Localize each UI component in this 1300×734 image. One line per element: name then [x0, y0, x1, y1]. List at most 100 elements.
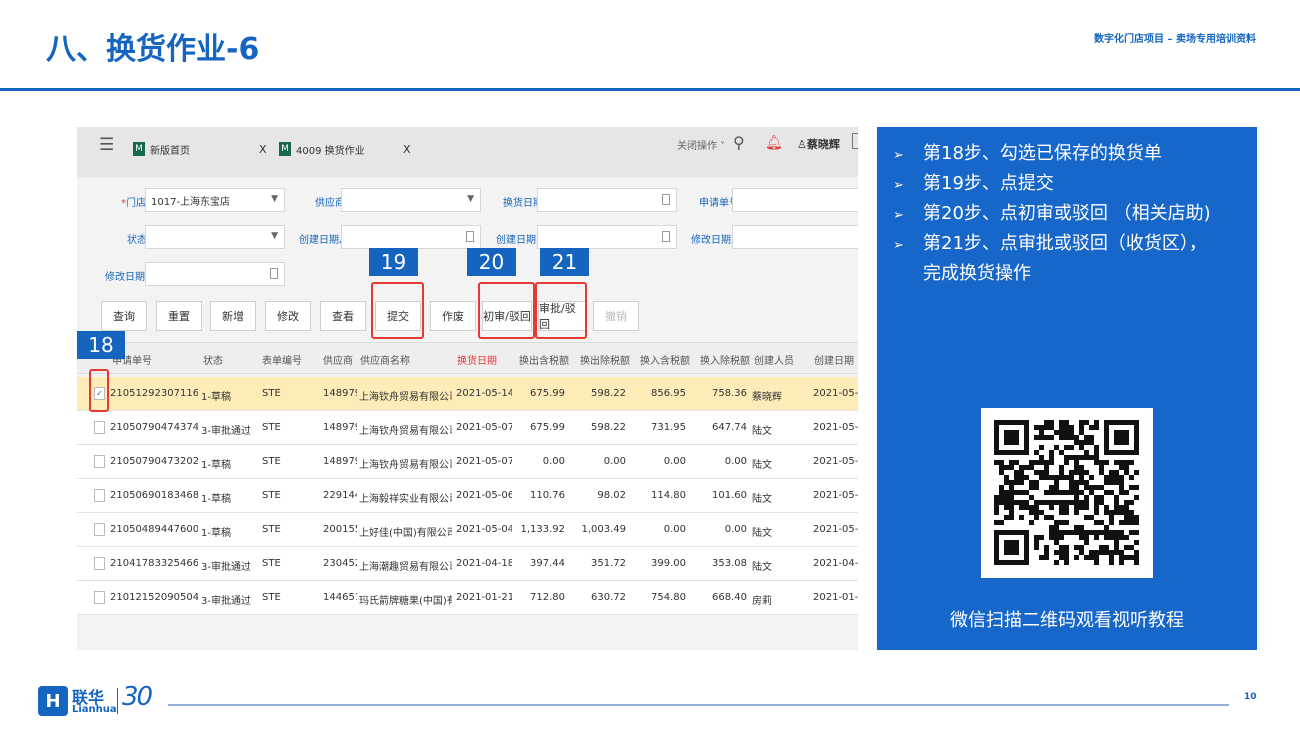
step-item: ➢ 第18步、勾选已保存的换货单 — [893, 143, 1162, 164]
chevron-down-icon: ▼ — [271, 231, 278, 241]
table-row[interactable]: 210417833254664334...3-审批通过 STE 230452上海潮趣… — [77, 547, 858, 581]
modify-to-field[interactable] — [145, 262, 285, 286]
supplier-select[interactable]: ▼ — [341, 188, 481, 212]
table-cell: 148979 — [323, 456, 357, 467]
view-button[interactable]: 查看 — [320, 301, 366, 331]
row-checkbox[interactable] — [94, 523, 105, 536]
table-cell: 21051292307116525​7... — [110, 388, 198, 399]
table-cell: 210507904743747669... — [110, 422, 198, 433]
arrow-icon: ➢ — [893, 208, 904, 223]
create-to-field[interactable] — [537, 225, 677, 249]
step-tag-19: 19 — [369, 248, 418, 276]
step-item: ➢ 第21步、点审批或驳回（收货区）， — [893, 233, 1207, 254]
table-row[interactable]: 210121520905044935...3-审批通过 STE 144651玛氏箭牌… — [77, 581, 858, 615]
close-icon[interactable]: X — [403, 143, 411, 156]
logo-divider — [117, 688, 118, 714]
row-checkbox[interactable] — [94, 421, 105, 434]
column-header[interactable]: 状态 — [203, 352, 223, 367]
row-checkbox[interactable] — [94, 591, 105, 604]
table-row[interactable]: ✓21051292307116525​7...1-草稿STE148979上海钦舟… — [77, 377, 858, 411]
anniversary-logo: 30 — [122, 682, 153, 712]
table-cell: 2021-05-04 — [456, 524, 512, 535]
create-from-field[interactable] — [341, 225, 481, 249]
close-icon[interactable]: X — [259, 143, 267, 156]
table-cell: STE — [262, 422, 281, 433]
table-cell: 1,133.92 — [520, 524, 565, 535]
search-icon[interactable]: ⚲ — [733, 133, 745, 152]
close-operations-menu[interactable]: 关闭操作 ˅ — [677, 137, 725, 152]
withdraw-button[interactable]: 撤销 — [593, 301, 639, 331]
tab-home[interactable]: M 新版首页 X — [133, 137, 267, 161]
bell-icon[interactable]: 🔔︎ — [765, 135, 783, 151]
void-button[interactable]: 作废 — [430, 301, 476, 331]
calendar-icon — [270, 268, 278, 279]
table-cell: 0.00 — [724, 524, 747, 535]
table-cell: 2021-05-14 — [456, 388, 512, 399]
highlight-submit — [371, 282, 424, 339]
status-select[interactable]: ▼ — [145, 225, 285, 249]
table-cell: 399.00 — [651, 558, 686, 569]
table-cell: 0.00 — [603, 456, 626, 467]
exchange-date-field[interactable] — [537, 188, 677, 212]
step-tag-20: 20 — [467, 248, 516, 276]
column-header[interactable]: 换出含税额 — [519, 352, 569, 367]
highlight-approve — [535, 282, 587, 339]
table-cell: 668.40 — [712, 592, 747, 603]
step-tag-21: 21 — [540, 248, 589, 276]
table-row[interactable]: 210506901834681972...1-草稿 STE 229144上海毅祥实业… — [77, 479, 858, 513]
request-no-field[interactable] — [732, 188, 858, 212]
table-cell: 353.08 — [712, 558, 747, 569]
column-header[interactable]: 表单编号 — [262, 352, 302, 367]
modify-from-field[interactable] — [732, 225, 858, 249]
table-cell: 2021-05-06 1 — [813, 490, 858, 501]
table-cell: 675.99 — [530, 388, 565, 399]
table-cell: 0.00 — [663, 524, 686, 535]
row-checkbox[interactable] — [94, 455, 105, 468]
table-cell: 1-草稿 — [201, 494, 231, 505]
query-button[interactable]: 查询 — [101, 301, 147, 331]
table-cell: 上海钦舟贸易有限公司(贵... — [359, 426, 452, 437]
column-header[interactable]: 创建人员 — [754, 352, 794, 367]
menu-icon[interactable]: ☰ — [99, 135, 114, 155]
store-select[interactable]: 1017-上海东宝店 ▼ — [145, 188, 285, 212]
table-cell: 712.80 — [530, 592, 565, 603]
column-header[interactable]: 换入除税额 — [700, 352, 750, 367]
column-header[interactable]: 供应商名称 — [360, 352, 410, 367]
step-item: ➢ 第20步、点初审或驳回 （相关店助) — [893, 203, 1211, 224]
table-cell: 2021-05-12 1 — [813, 388, 858, 399]
table-cell: 210417833254664334... — [110, 558, 198, 569]
table-cell: 上海钦舟贸易有限公司(贵... — [359, 460, 452, 471]
table-cell: 2021-01-21 1 — [813, 592, 858, 603]
tab-exchange[interactable]: M 4009 换货作业 X — [279, 137, 411, 161]
page-number: 10 — [1244, 692, 1257, 702]
table-cell: 1-草稿 — [201, 392, 231, 403]
qr-code — [981, 408, 1153, 578]
table-cell: 3-审批通过 — [201, 426, 251, 437]
table-cell: 1-草稿 — [201, 528, 231, 539]
table-cell: 598.22 — [591, 388, 626, 399]
table-cell: 148979 — [323, 388, 357, 399]
table-cell: STE — [262, 592, 281, 603]
column-header[interactable]: 换货日期 — [457, 352, 497, 367]
highlight-checkbox — [89, 369, 109, 412]
add-button[interactable]: 新增 — [210, 301, 256, 331]
edit-button[interactable]: 修改 — [265, 301, 311, 331]
table-cell: 陆文 — [752, 562, 772, 573]
row-checkbox[interactable] — [94, 489, 105, 502]
table-cell: 1,003.49 — [581, 524, 626, 535]
slide-title: 八、换货作业-6 — [46, 32, 260, 67]
step-tag-18: 18 — [77, 331, 125, 359]
row-checkbox[interactable] — [94, 557, 105, 570]
table-row[interactable]: 210507904732024254...1-草稿 STE 148979上海钦舟贸易… — [77, 445, 858, 479]
user-menu[interactable]: ♙蔡晓辉 — [797, 136, 840, 152]
column-header[interactable]: 供应商 — [323, 352, 353, 367]
window-edge — [852, 133, 858, 149]
table-cell: 598.22 — [591, 422, 626, 433]
table-row[interactable]: 210504894476005494...1-草稿 STE 200155上好佳(中国… — [77, 513, 858, 547]
calendar-icon — [662, 194, 670, 205]
column-header[interactable]: 创建日期 — [814, 352, 854, 367]
column-header[interactable]: 换入含税额 — [640, 352, 690, 367]
reset-button[interactable]: 重置 — [156, 301, 202, 331]
table-row[interactable]: 210507904743747669...3-审批通过 STE 148979上海钦舟… — [77, 411, 858, 445]
column-header[interactable]: 换出除税额 — [580, 352, 630, 367]
